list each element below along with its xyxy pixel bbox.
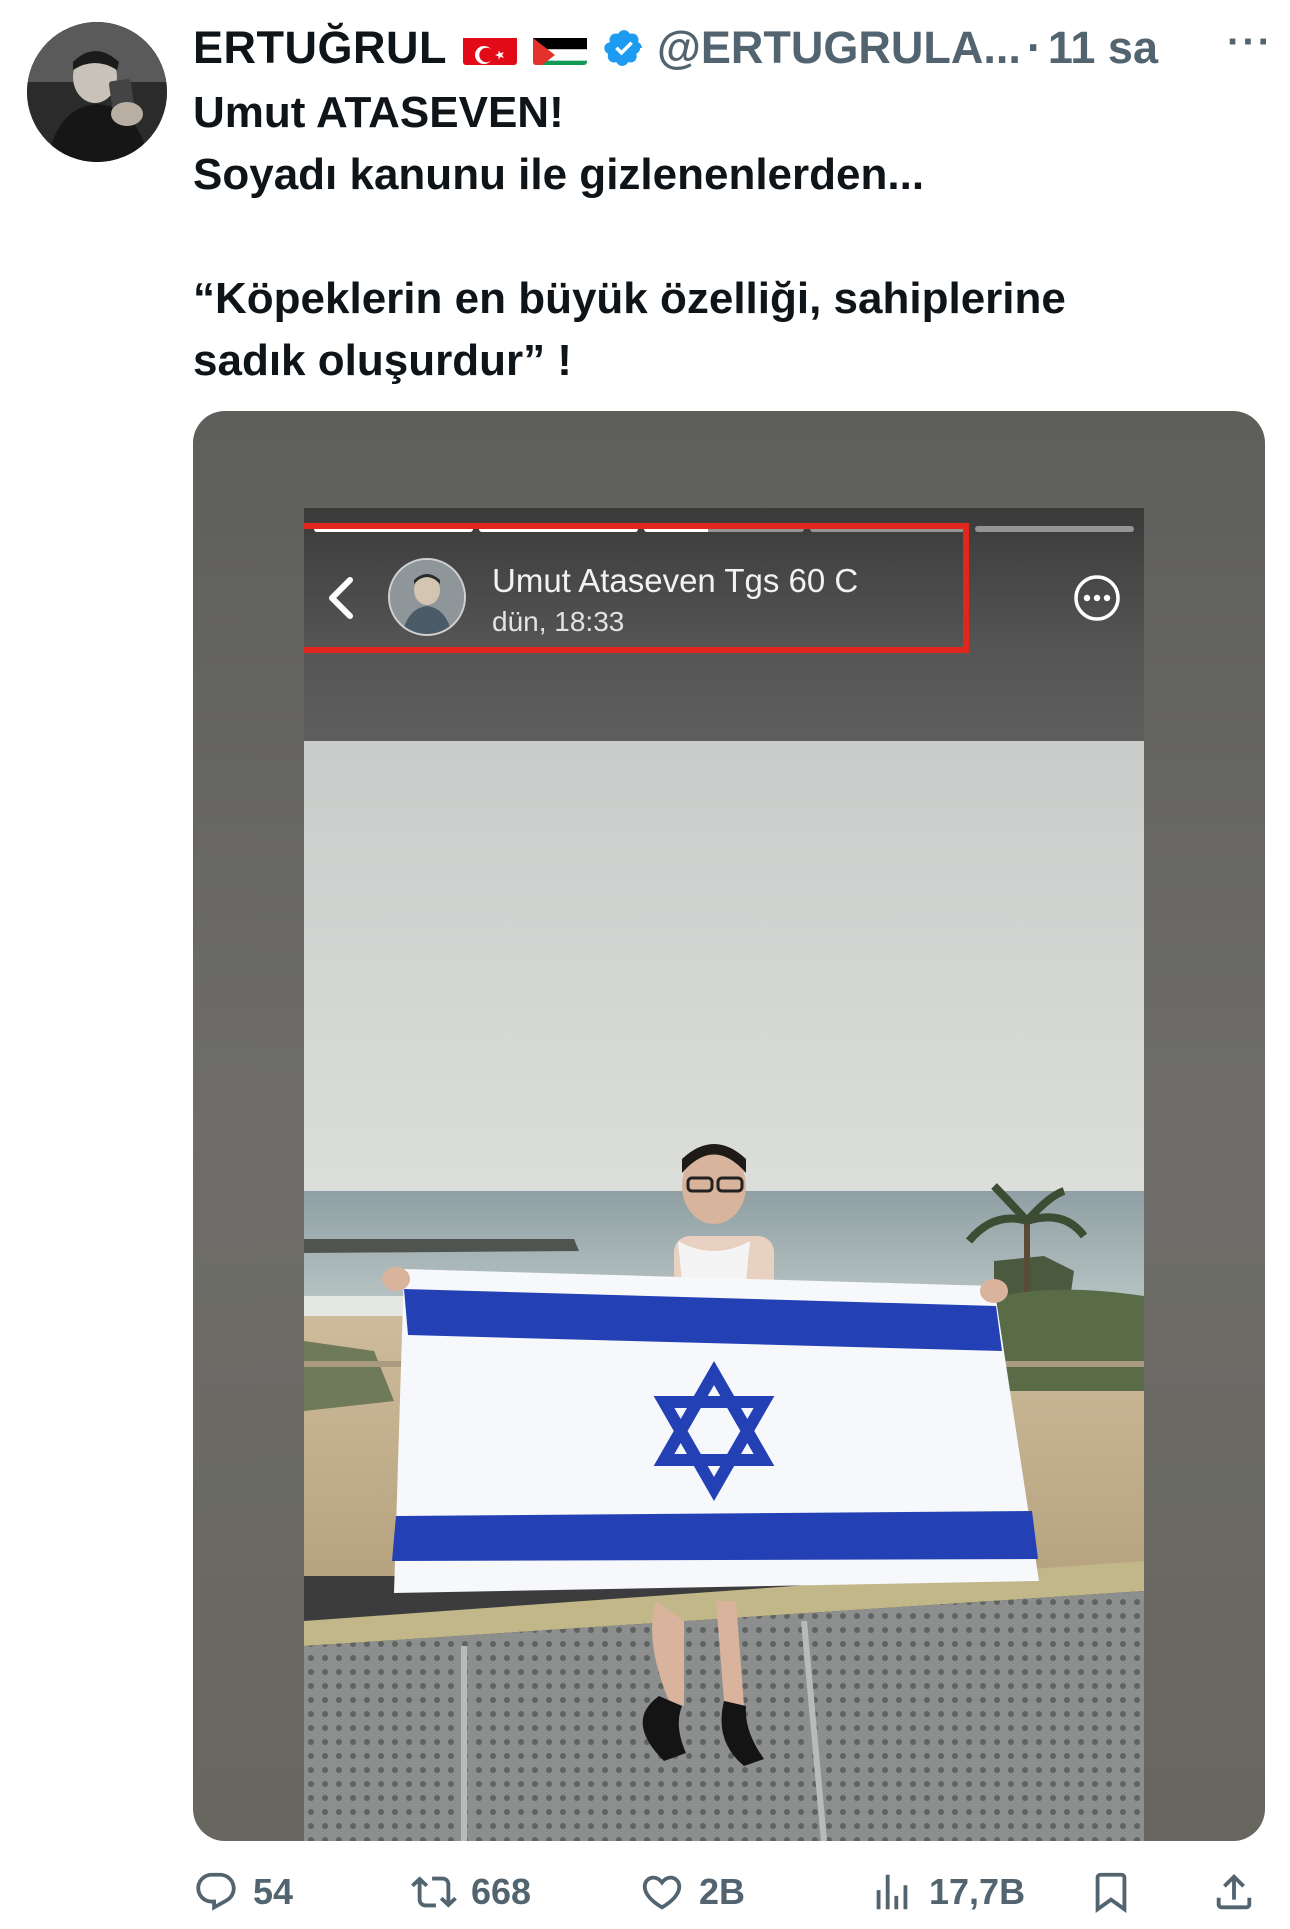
story-photo — [304, 741, 1144, 1841]
author-avatar[interactable] — [27, 22, 167, 162]
progress-segment — [974, 526, 1135, 532]
share-button[interactable] — [1211, 1862, 1257, 1922]
views-count: 17,7B — [929, 1871, 1026, 1912]
separator-dot: · — [1026, 22, 1042, 73]
retweet-icon — [411, 1869, 457, 1915]
tweet-body: Umut ATASEVEN! Soyadı kanunu ile gizlene… — [193, 82, 1253, 392]
tweet-media[interactable]: Umut Ataseven Tgs 60 C dün, 18:33 — [193, 411, 1265, 1841]
tweet-line: Umut ATASEVEN! — [193, 88, 564, 137]
share-icon — [1211, 1869, 1257, 1915]
verified-badge-icon — [603, 27, 645, 69]
reply-count: 54 — [253, 1871, 294, 1912]
views-icon — [869, 1869, 915, 1915]
heart-icon — [639, 1869, 685, 1915]
turkey-flag-icon — [462, 31, 517, 65]
display-name[interactable]: ERTUĞRUL — [193, 22, 447, 74]
tweet-line-blank — [193, 206, 1253, 268]
tweet-line: sadık oluşurdur” ! — [193, 336, 572, 385]
bookmark-icon — [1088, 1869, 1134, 1915]
red-highlight-box — [304, 523, 969, 653]
views-button[interactable]: 17,7B — [869, 1862, 1025, 1922]
more-options-icon[interactable]: ··· — [1227, 20, 1273, 65]
story-header: Umut Ataseven Tgs 60 C dün, 18:33 — [304, 508, 1144, 741]
tweet-line: “Köpeklerin en büyük özelliği, sahipleri… — [193, 274, 1066, 323]
retweet-button[interactable]: 668 — [411, 1862, 531, 1922]
tweet-timestamp[interactable]: 11 sa — [1048, 22, 1158, 74]
bookmark-button[interactable] — [1088, 1862, 1134, 1922]
palestine-flag-icon — [532, 31, 587, 65]
ellipsis-circle-icon — [1072, 573, 1122, 623]
tweet-header: ERTUĞRUL @ERTUGRULA... · 11 sa ··· — [193, 18, 1273, 78]
reply-button[interactable]: 54 — [193, 1862, 293, 1922]
reply-icon — [193, 1869, 239, 1915]
tweet-line: Soyadı kanunu ile gizlenenlerden... — [193, 150, 925, 199]
like-count: 2B — [699, 1871, 746, 1912]
like-button[interactable]: 2B — [639, 1862, 745, 1922]
story-screenshot: Umut Ataseven Tgs 60 C dün, 18:33 — [304, 508, 1144, 1841]
tweet-actions: 54 668 2B 17,7B — [193, 1862, 1273, 1922]
retweet-count: 668 — [471, 1871, 532, 1912]
user-handle[interactable]: @ERTUGRULA... — [657, 22, 1021, 74]
